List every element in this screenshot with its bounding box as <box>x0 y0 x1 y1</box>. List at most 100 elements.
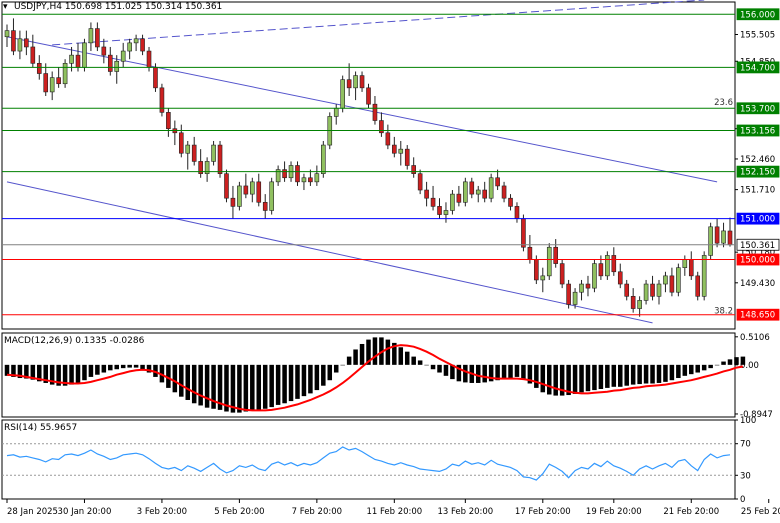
macd-bar-19 <box>127 364 132 368</box>
candle-body-102 <box>663 275 668 285</box>
macd-bar-113 <box>734 357 739 365</box>
level-label-3: 153.156 <box>740 127 775 137</box>
candle-body-5 <box>36 63 42 74</box>
candle-body-3 <box>24 38 29 48</box>
candle-body-79 <box>514 206 520 219</box>
candle-body-10 <box>69 54 74 64</box>
macd-bar-61 <box>398 347 404 365</box>
candle-body-38 <box>250 181 255 195</box>
time-label-3: 5 Feb 20:00 <box>214 507 264 517</box>
candle-body-37 <box>243 185 249 195</box>
macd-bar-27 <box>179 364 184 397</box>
macd-bar-93 <box>605 364 610 388</box>
candle-body-100 <box>650 283 655 297</box>
level-label-8: 148.650 <box>740 311 775 321</box>
candle-body-25 <box>166 112 171 130</box>
time-label-2: 3 Feb 20:00 <box>137 507 187 517</box>
macd-bar-21 <box>140 364 145 370</box>
candle-body-77 <box>501 185 507 199</box>
macd-bar-40 <box>262 364 268 409</box>
candle-body-86 <box>559 263 565 285</box>
candle-body-15 <box>101 46 107 56</box>
candle-body-8 <box>56 77 61 85</box>
price-info-label: ▾ USDJPY,H4 150.698 151.025 150.314 150.… <box>3 2 223 13</box>
macd-bar-83 <box>540 364 546 393</box>
macd-bar-14 <box>95 364 100 375</box>
price-info-text: USDJPY,H4 150.698 151.025 150.314 150.36… <box>14 2 223 12</box>
candle-body-78 <box>508 197 513 207</box>
macd-bar-68 <box>443 364 449 376</box>
candle-body-33 <box>217 144 223 174</box>
candle-body-47 <box>308 177 313 183</box>
candle-body-75 <box>488 177 494 199</box>
macd-bar-112 <box>727 359 733 365</box>
candle-body-21 <box>140 38 145 52</box>
macd-bar-10 <box>69 364 74 385</box>
price-tick-label-6: 149.430 <box>740 279 775 289</box>
candle-body-91 <box>592 263 597 289</box>
macd-bar-54 <box>353 349 358 365</box>
candle-body-82 <box>534 259 539 281</box>
candle-body-90 <box>585 283 591 289</box>
candle-body-18 <box>120 50 126 62</box>
candle-body-59 <box>385 132 391 146</box>
candle-body-104 <box>676 267 681 293</box>
candle-body-112 <box>727 230 733 246</box>
candle-body-81 <box>527 246 533 260</box>
macd-bar-13 <box>88 364 94 377</box>
macd-bar-37 <box>243 364 249 412</box>
macd-bar-44 <box>288 364 294 402</box>
candle-body-71 <box>463 181 468 203</box>
candle-body-22 <box>146 50 152 68</box>
level-label-2: 153.700 <box>740 104 775 114</box>
candle-body-11 <box>75 54 81 68</box>
candle-body-51 <box>333 107 339 117</box>
candle-body-74 <box>482 189 487 199</box>
time-label-0: 28 Jan 2025 <box>7 507 58 517</box>
candle-body-88 <box>572 291 578 305</box>
macd-bar-64 <box>417 360 423 365</box>
macd-tick-label-0: 0.5106 <box>740 333 770 343</box>
macd-bar-16 <box>108 364 113 371</box>
candle-body-16 <box>107 54 113 72</box>
candle-body-61 <box>398 148 404 154</box>
fib-label-0: 23.6 <box>714 98 733 108</box>
candle-body-89 <box>579 283 584 293</box>
rsi-tick-label-3: 0 <box>740 495 745 505</box>
macd-info-label: MACD(12,26,9) 0.1335 -0.0286 <box>4 336 145 346</box>
candle-body-72 <box>469 181 475 195</box>
candle-body-62 <box>404 148 410 166</box>
macd-bar-47 <box>308 364 313 394</box>
macd-bar-51 <box>333 364 339 373</box>
candle-body-67 <box>437 206 442 215</box>
collapse-triangle-icon[interactable]: ▾ <box>3 2 8 13</box>
rsi-info-label: RSI(14) 55.9657 <box>4 423 78 433</box>
candle-body-52 <box>340 79 345 109</box>
macd-bar-57 <box>372 337 378 365</box>
candle-body-107 <box>695 275 701 297</box>
candle-body-106 <box>688 259 694 277</box>
candle-body-57 <box>372 103 378 121</box>
candle-body-23 <box>153 67 158 89</box>
candle-body-45 <box>295 165 300 183</box>
candle-body-7 <box>49 77 55 93</box>
candle-body-95 <box>617 271 623 285</box>
level-label-5: 151.000 <box>740 215 775 225</box>
macd-bar-67 <box>437 364 442 373</box>
fib-label-1: 38.2 <box>714 307 733 317</box>
macd-bar-52 <box>340 364 345 366</box>
chart-svg: 155.505154.850153.200152.460151.710150.1… <box>0 0 780 520</box>
candle-body-84 <box>546 246 552 277</box>
macd-bar-12 <box>82 364 87 381</box>
candle-body-12 <box>82 42 87 68</box>
macd-bar-31 <box>204 364 210 408</box>
candle-body-64 <box>417 173 423 191</box>
macd-bar-42 <box>275 364 281 405</box>
candle-body-105 <box>682 259 688 268</box>
macd-bar-55 <box>359 343 365 365</box>
candle-body-41 <box>269 181 274 211</box>
macd-bar-89 <box>579 364 584 393</box>
macd-bar-105 <box>682 364 688 376</box>
macd-bar-71 <box>463 364 468 383</box>
chart-window: 155.505154.850153.200152.460151.710150.1… <box>0 0 780 520</box>
